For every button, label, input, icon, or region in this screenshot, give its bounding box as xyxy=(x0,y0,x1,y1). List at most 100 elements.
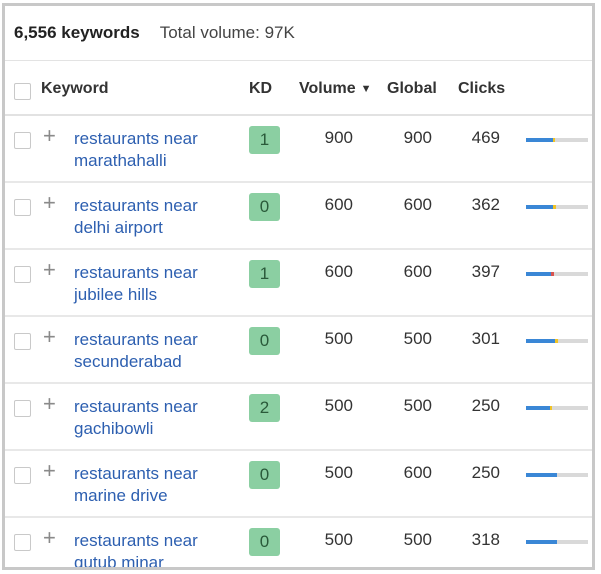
clicks-distribution-bar xyxy=(526,272,588,276)
clicks-distribution-bar xyxy=(526,540,588,544)
clicks-bar-segment xyxy=(552,138,556,142)
column-global[interactable]: Global xyxy=(387,80,437,98)
kd-badge: 0 xyxy=(249,327,280,355)
row-checkbox[interactable] xyxy=(14,333,31,350)
sort-desc-icon: ▼ xyxy=(360,83,372,95)
clicks-bar-segment xyxy=(550,272,554,276)
select-all-checkbox[interactable] xyxy=(14,83,31,100)
row-checkbox[interactable] xyxy=(14,534,31,551)
global-volume-value: 600 xyxy=(403,262,432,281)
kd-badge: 1 xyxy=(249,126,280,154)
clicks-bar-segment xyxy=(526,138,553,142)
clicks-distribution-bar xyxy=(526,473,588,477)
keyword-link[interactable]: restaurants near marine drive xyxy=(74,463,234,507)
volume-value: 500 xyxy=(324,463,353,482)
table-row: + restaurants near marine drive 0 500 600… xyxy=(5,451,592,518)
global-volume-value: 500 xyxy=(403,530,432,549)
keyword-link[interactable]: restaurants near jubilee hills xyxy=(74,262,234,306)
table-header: Keyword KD Volume ▼ Global Clicks xyxy=(5,61,592,116)
add-keyword-icon[interactable]: + xyxy=(43,393,56,415)
add-keyword-icon[interactable]: + xyxy=(43,460,56,482)
keyword-line-1: restaurants near xyxy=(74,196,198,215)
volume-value: 500 xyxy=(324,396,353,415)
clicks-value: 250 xyxy=(471,396,500,415)
keyword-line-2: gachibowli xyxy=(74,419,154,438)
column-keyword[interactable]: Keyword xyxy=(41,80,109,98)
clicks-bar-segment xyxy=(526,272,551,276)
kd-badge: 0 xyxy=(249,193,280,221)
kd-badge: 1 xyxy=(249,260,280,288)
clicks-value: 250 xyxy=(471,463,500,482)
volume-value: 600 xyxy=(324,262,353,281)
row-checkbox[interactable] xyxy=(14,467,31,484)
table-row: + restaurants near jubilee hills 1 600 60… xyxy=(5,250,592,317)
volume-value: 500 xyxy=(324,329,353,348)
table-row: + restaurants near marathahalli 1 900 900… xyxy=(5,116,592,183)
keyword-line-2: qutub minar xyxy=(74,553,164,570)
keyword-line-1: restaurants near xyxy=(74,531,198,550)
keyword-line-1: restaurants near xyxy=(74,397,198,416)
keywords-panel: 6,556 keywords Total volume: 97K Keyword… xyxy=(2,3,595,570)
column-kd[interactable]: KD xyxy=(249,80,272,98)
row-checkbox[interactable] xyxy=(14,266,31,283)
row-checkbox[interactable] xyxy=(14,132,31,149)
clicks-bar-segment xyxy=(526,406,550,410)
clicks-value: 301 xyxy=(471,329,500,348)
keyword-link[interactable]: restaurants near delhi airport xyxy=(74,195,234,239)
clicks-bar-segment xyxy=(526,205,554,209)
add-keyword-icon[interactable]: + xyxy=(43,125,56,147)
clicks-distribution-bar xyxy=(526,406,588,410)
keyword-line-2: marine drive xyxy=(74,486,168,505)
keyword-line-2: jubilee hills xyxy=(74,285,158,304)
clicks-distribution-bar xyxy=(526,205,588,209)
keyword-line-1: restaurants near xyxy=(74,464,198,483)
clicks-value: 469 xyxy=(471,128,500,147)
add-keyword-icon[interactable]: + xyxy=(43,192,56,214)
kd-badge: 2 xyxy=(249,394,280,422)
clicks-bar-segment xyxy=(526,540,557,544)
volume-value: 500 xyxy=(324,530,353,549)
clicks-bar-segment xyxy=(549,406,553,410)
volume-value: 600 xyxy=(324,195,353,214)
volume-value: 900 xyxy=(324,128,353,147)
add-keyword-icon[interactable]: + xyxy=(43,259,56,281)
keyword-line-2: delhi airport xyxy=(74,218,163,237)
row-checkbox[interactable] xyxy=(14,199,31,216)
column-volume-label: Volume xyxy=(299,80,356,97)
clicks-bar-segment xyxy=(553,205,557,209)
global-volume-value: 500 xyxy=(403,329,432,348)
table-body: + restaurants near marathahalli 1 900 900… xyxy=(5,116,592,570)
table-row: + restaurants near secunderabad 0 500 500… xyxy=(5,317,592,384)
keyword-line-2: secunderabad xyxy=(74,352,182,371)
clicks-distribution-bar xyxy=(526,339,588,343)
add-keyword-icon[interactable]: + xyxy=(43,326,56,348)
clicks-value: 318 xyxy=(471,530,500,549)
add-keyword-icon[interactable]: + xyxy=(43,527,56,549)
kd-badge: 0 xyxy=(249,528,280,556)
clicks-distribution-bar xyxy=(526,138,588,142)
clicks-bar-segment xyxy=(526,339,556,343)
keyword-count: 6,556 keywords xyxy=(14,23,140,42)
row-checkbox[interactable] xyxy=(14,400,31,417)
clicks-value: 362 xyxy=(471,195,500,214)
clicks-value: 397 xyxy=(471,262,500,281)
global-volume-value: 900 xyxy=(403,128,432,147)
keyword-line-1: restaurants near xyxy=(74,330,198,349)
keyword-link[interactable]: restaurants near gachibowli xyxy=(74,396,234,440)
keyword-link[interactable]: restaurants near secunderabad xyxy=(74,329,234,373)
table-row: + restaurants near delhi airport 0 600 60… xyxy=(5,183,592,250)
global-volume-value: 600 xyxy=(403,195,432,214)
keyword-line-1: restaurants near xyxy=(74,129,198,148)
keyword-line-2: marathahalli xyxy=(74,151,167,170)
global-volume-value: 600 xyxy=(403,463,432,482)
keyword-line-1: restaurants near xyxy=(74,263,198,282)
table-row: + restaurants near qutub minar 0 500 500 … xyxy=(5,518,592,570)
summary-bar: 6,556 keywords Total volume: 97K xyxy=(5,6,592,61)
keyword-link[interactable]: restaurants near marathahalli xyxy=(74,128,234,172)
column-clicks[interactable]: Clicks xyxy=(458,80,505,98)
keyword-link[interactable]: restaurants near qutub minar xyxy=(74,530,234,570)
global-volume-value: 500 xyxy=(403,396,432,415)
column-volume[interactable]: Volume ▼ xyxy=(299,80,372,98)
kd-badge: 0 xyxy=(249,461,280,489)
clicks-bar-segment xyxy=(526,473,557,477)
